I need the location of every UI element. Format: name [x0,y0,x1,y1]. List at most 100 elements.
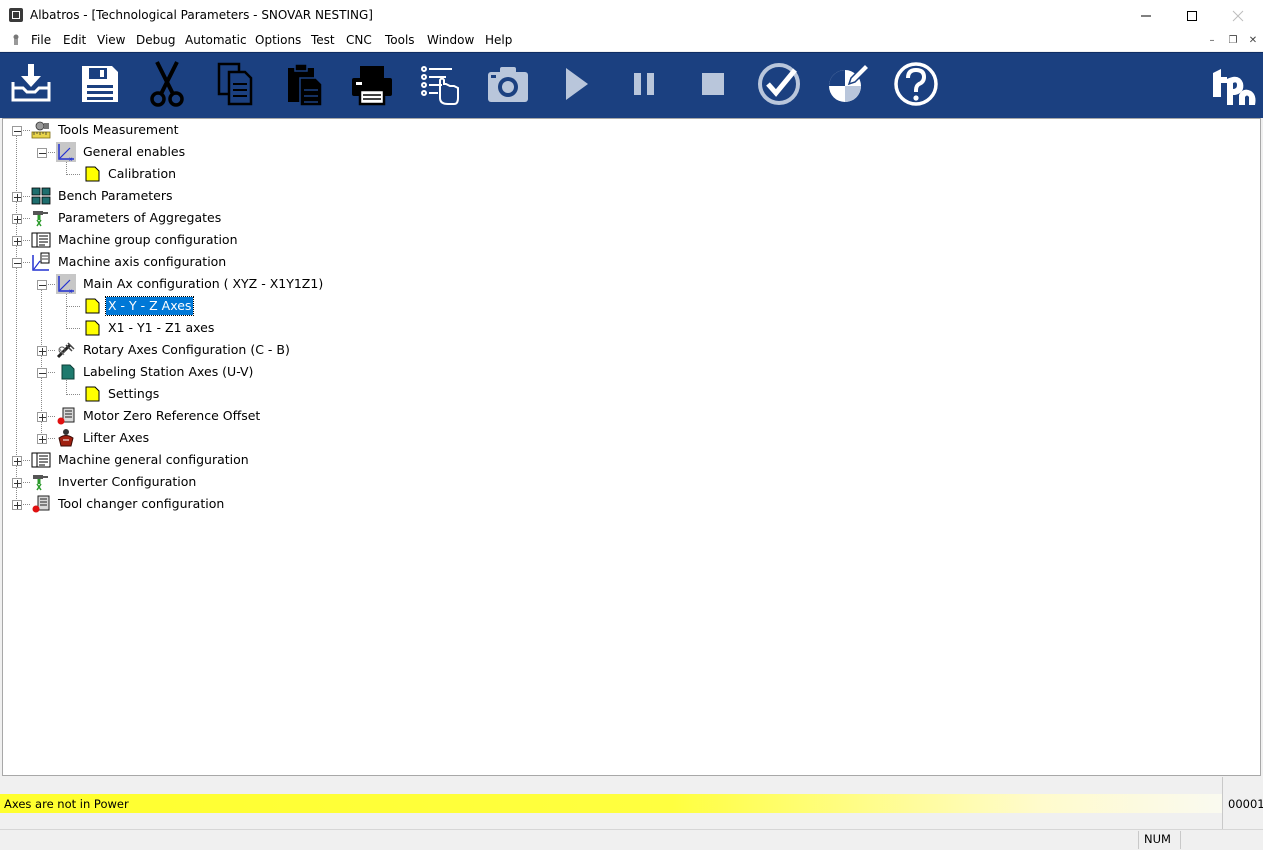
pause-button[interactable] [620,60,668,108]
collapse-toggle[interactable] [12,126,22,136]
maximize-icon [1187,10,1197,21]
expand-toggle[interactable] [12,478,22,488]
axes-graph-icon: x [56,274,76,294]
stop-icon [702,73,724,95]
menu-help[interactable]: Help [485,33,512,47]
cut-icon [150,61,184,107]
window-title: Albatros - [Technological Parameters - S… [30,8,373,22]
label-station-icon [61,364,75,380]
tree-root-line [16,134,17,505]
chart-edit-icon [829,62,871,102]
tree-node-rotary-axes-configuration[interactable]: Rotary Axes Configuration (C - B) [81,341,292,359]
title-bar: Albatros - [Technological Parameters - S… [0,0,1263,31]
help-button[interactable] [892,60,940,108]
camera-button[interactable] [484,60,532,108]
menu-options[interactable]: Options [255,33,301,47]
tree-node-inverter-configuration[interactable]: Inverter Configuration [56,473,198,491]
tree-node-bench-parameters[interactable]: Bench Parameters [56,187,175,205]
menu-edit[interactable]: Edit [63,33,86,47]
menu-view[interactable]: View [97,33,125,47]
tree-node-machine-axis-configuration[interactable]: Machine axis configuration [56,253,228,271]
paste-icon [288,63,323,107]
download-button[interactable] [7,60,55,108]
lifter-axis-icon [58,429,74,447]
rotary-axis-icon [56,342,75,359]
bench-grid-icon [31,187,51,205]
stop-button[interactable] [688,60,736,108]
download-icon [11,64,51,102]
minimize-button[interactable] [1123,0,1169,31]
status-panel-divider [1180,831,1181,849]
tree-node-motor-zero-reference-offset[interactable]: Motor Zero Reference Offset [81,407,262,425]
document-icon [85,166,100,182]
close-icon [1232,10,1244,21]
chart-edit-button[interactable] [823,60,871,108]
tree-node-parameters-of-aggregates[interactable]: Parameters of Aggregates [56,209,223,227]
tree-line [66,306,80,307]
play-button[interactable] [552,60,600,108]
tree-node-labeling-station-axes[interactable]: Labeling Station Axes (U-V) [81,363,255,381]
paste-button[interactable] [280,60,328,108]
collapse-toggle[interactable] [37,368,47,378]
tree-node-tools-measurement[interactable]: Tools Measurement [56,121,181,139]
mdi-close-button[interactable]: ✕ [1245,34,1261,48]
copy-button[interactable] [211,60,259,108]
help-icon [894,62,938,106]
toolbar [0,52,1263,118]
expand-toggle[interactable] [12,214,22,224]
tree-node-settings[interactable]: Settings [106,385,161,403]
expand-toggle[interactable] [37,412,47,422]
expand-toggle[interactable] [12,236,22,246]
svg-text:x: x [69,288,73,294]
select-list-button[interactable] [416,60,464,108]
num-lock-indicator: NUM [1144,832,1171,846]
inverter-icon [33,475,48,491]
expand-toggle[interactable] [37,346,47,356]
aggregate-spindle-icon [33,211,48,227]
document-icon [85,320,100,336]
tree-node-general-enables[interactable]: General enables [81,143,187,161]
expand-toggle[interactable] [12,456,22,466]
collapse-toggle[interactable] [12,258,22,268]
menu-cnc[interactable]: CNC [346,33,372,47]
tree-node-lifter-axes[interactable]: Lifter Axes [81,429,151,447]
tree-node-main-ax-configuration[interactable]: Main Ax configuration ( XYZ - X1Y1Z1) [81,275,325,293]
minimize-icon [1141,15,1151,16]
tree-node-tool-changer-configuration[interactable]: Tool changer configuration [56,495,226,513]
play-icon [566,68,588,100]
menu-tools[interactable]: Tools [385,33,415,47]
expand-toggle[interactable] [12,192,22,202]
print-icon [352,66,392,106]
tree-node-calibration[interactable]: Calibration [106,165,178,183]
save-icon [82,66,118,102]
menu-test[interactable]: Test [311,33,335,47]
tree-node-machine-general-configuration[interactable]: Machine general configuration [56,451,251,469]
menu-window[interactable]: Window [427,33,474,47]
menu-automatic[interactable]: Automatic [185,33,247,47]
tree-view[interactable]: Tools Measurement x General enables Cali… [2,118,1261,776]
collapse-toggle[interactable] [37,148,47,158]
close-button[interactable] [1215,0,1261,31]
axes-graph-icon: x [56,142,76,162]
mdi-restore-button[interactable]: ❐ [1225,34,1241,48]
maximize-button[interactable] [1169,0,1215,31]
tree-node-x1y1z1-axes[interactable]: X1 - Y1 - Z1 axes [106,319,216,337]
print-button[interactable] [348,60,396,108]
mdi-minimize-button[interactable]: – [1204,34,1220,48]
status-divider [1222,777,1223,829]
cut-button[interactable] [143,60,191,108]
app-icon[interactable] [9,8,23,22]
tree-node-machine-group-configuration[interactable]: Machine group configuration [56,231,240,249]
expand-toggle[interactable] [37,434,47,444]
status-message-bar [0,794,1222,813]
menu-debug[interactable]: Debug [136,33,175,47]
save-button[interactable] [76,60,124,108]
menu-file[interactable]: File [31,33,51,47]
machine-axis-icon [32,252,50,271]
check-button[interactable] [755,60,803,108]
collapse-toggle[interactable] [37,280,47,290]
document-menu-icon[interactable] [10,34,22,46]
expand-toggle[interactable] [12,500,22,510]
tree-node-xyz-axes[interactable]: X - Y - Z Axes [104,296,195,316]
copy-icon [217,62,253,106]
